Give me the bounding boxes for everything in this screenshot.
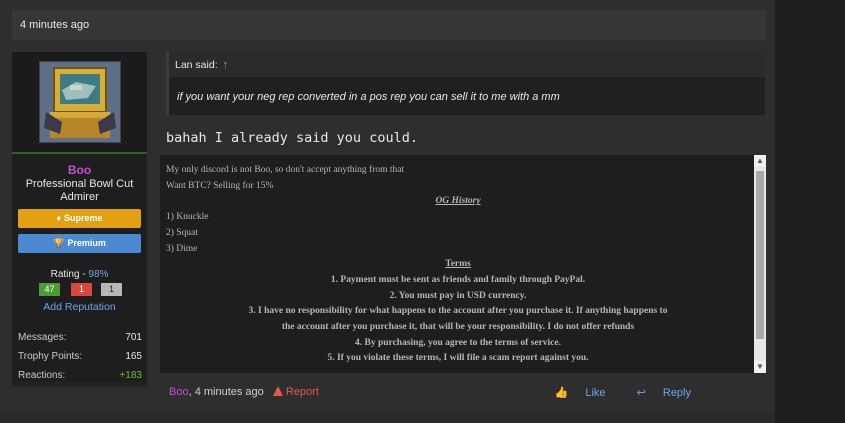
rating-negative: 1 [71, 283, 92, 296]
user-title: Professional Bowl Cut Admirer [25, 178, 134, 203]
rating-positive: 47 [39, 283, 60, 296]
signature-line: the account after you purchase it, that … [281, 322, 635, 333]
signature-line: 3. I have no responsibility for what hap… [248, 306, 668, 317]
scrollbar-thumb[interactable] [756, 171, 764, 339]
post-header-bar: 4 minutes ago [12, 10, 766, 40]
signature-content: My only discord is not Boo, so don't acc… [166, 163, 750, 367]
scroll-up-icon[interactable]: ▲ [754, 155, 766, 167]
rating-neutral: 1 [101, 283, 122, 296]
report-button[interactable]: Report [272, 386, 319, 398]
rating-percent: 98% [88, 269, 109, 280]
post-body: bahah I already said you could. [166, 130, 418, 146]
rating-label: Rating - [50, 269, 89, 280]
signature-line: 1) Knuckle [166, 212, 209, 223]
badge-premium: 🏆 Premium [18, 234, 141, 253]
signature-line: My only discord is not Boo, so don't acc… [166, 165, 405, 175]
rating-boxes: 47 1 1 [39, 283, 122, 296]
reply-icon: ↩ [636, 387, 646, 399]
reply-label: Reply [662, 387, 691, 399]
avatar[interactable] [39, 61, 121, 143]
signature-block: My only discord is not Boo, so don't acc… [160, 155, 766, 373]
username[interactable]: Boo [12, 163, 147, 177]
signature-line: 1. Payment must be sent as friends and f… [330, 274, 586, 285]
user-avatar-area [12, 52, 147, 152]
add-reputation-link[interactable]: Add Reputation [12, 301, 147, 313]
signature-line: 4. By purchasing, you agree to the terms… [355, 337, 561, 348]
quote-block: Lan said: ↑ if you want your neg rep con… [166, 51, 765, 115]
signature-heading: OG History [435, 196, 481, 207]
thumbs-up-icon: 👍 [554, 387, 569, 399]
signature-line: 2. You must pay in USD currency. [389, 290, 527, 301]
like-label: Like [585, 387, 606, 399]
stat-row-messages: Messages: 701 [18, 332, 142, 351]
avatar-image [40, 62, 120, 142]
warning-icon [272, 386, 283, 396]
user-stats: Messages: 701 Trophy Points: 165 Reactio… [18, 332, 142, 389]
stat-label: Trophy Points: [18, 351, 83, 362]
signature-heading: Terms [445, 259, 471, 270]
quote-text: if you want your neg rep converted in a … [177, 91, 560, 103]
stat-value: 701 [125, 332, 142, 343]
page-right-gutter [775, 0, 845, 423]
badge-premium-label: Premium [67, 238, 106, 248]
stat-row-trophy-points: Trophy Points: 165 [18, 351, 142, 370]
badge-supreme-label: Supreme [64, 213, 103, 223]
quote-author-label: Lan said: [175, 59, 218, 71]
signature-line: Want BTC? Selling for 15% [166, 180, 274, 191]
post-footer-meta: Boo, 4 minutes ago Report [169, 386, 319, 398]
footer-username[interactable]: Boo [169, 386, 189, 398]
reply-button[interactable]: ↩ Reply [623, 387, 691, 399]
stat-value[interactable]: 165 [125, 351, 142, 362]
signature-line: 5. If you violate these terms, I will fi… [327, 353, 589, 364]
footer-time[interactable]: , 4 minutes ago [189, 386, 264, 398]
quote-header: Lan said: ↑ [169, 51, 765, 77]
diamond-icon: ♦ [56, 213, 62, 223]
badge-supreme: ♦ Supreme [18, 209, 141, 228]
trophy-icon: 🏆 [53, 238, 65, 248]
user-panel: Boo Professional Bowl Cut Admirer ♦ Supre… [12, 52, 147, 387]
signature-line: 2) Squat [166, 227, 198, 238]
post-actions: 👍 Like ↩ Reply [527, 386, 691, 399]
signature-scrollbar[interactable]: ▲ ▼ [754, 155, 766, 373]
report-label: Report [285, 386, 319, 398]
stat-row-reactions: Reactions: +183 [18, 370, 142, 389]
post-container: 4 minutes ago Boo Professional Bowl Cut … [0, 0, 775, 412]
quote-author: Lan said: ↑ [175, 59, 228, 71]
stat-value: +183 [119, 370, 142, 381]
stat-label: Reactions: [18, 370, 66, 381]
stat-label: Messages: [18, 332, 67, 343]
rating: Rating - 98% [12, 269, 147, 280]
jump-to-quote-icon[interactable]: ↑ [223, 59, 229, 71]
post-header-time[interactable]: 4 minutes ago [20, 19, 89, 31]
signature-line: 3) Dime [166, 243, 198, 254]
like-button[interactable]: 👍 Like [541, 387, 606, 399]
scroll-down-icon[interactable]: ▼ [754, 361, 766, 373]
